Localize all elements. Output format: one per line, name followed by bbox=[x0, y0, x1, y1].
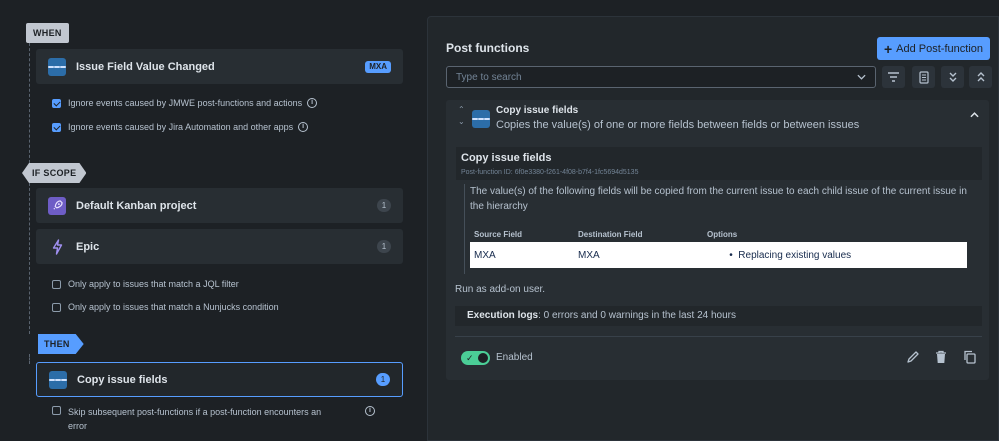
post-function-description: Copies the value(s) of one or more field… bbox=[496, 119, 860, 131]
plus-icon: + bbox=[883, 40, 893, 57]
post-function-name: Copy issue fields bbox=[496, 105, 579, 116]
ignore-jmwe-checkbox[interactable]: Ignore events caused by JMWE post-functi… bbox=[52, 98, 318, 108]
divider bbox=[455, 336, 982, 337]
reorder-handle[interactable]: ⌃ ⌄ bbox=[458, 104, 465, 128]
post-function-detail-header: Copy issue fields Post-function ID: 6f0e… bbox=[456, 147, 982, 180]
move-down-icon[interactable]: ⌄ bbox=[458, 116, 465, 128]
post-function-id: Post-function ID: 6f0e3380-f261-4f08-b7f… bbox=[461, 169, 639, 176]
scope-project-card[interactable]: Default Kanban project 1 bbox=[36, 188, 403, 223]
trigger-title: Issue Field Value Changed bbox=[76, 60, 215, 73]
lines-icon bbox=[49, 370, 67, 389]
cell-source: MXA bbox=[474, 249, 496, 261]
expand-all-icon bbox=[977, 72, 984, 82]
info-icon[interactable]: i bbox=[365, 406, 375, 416]
lines-icon bbox=[472, 110, 490, 128]
enabled-label: Enabled bbox=[496, 352, 533, 363]
chevron-down-icon[interactable] bbox=[857, 74, 866, 80]
check-icon: ✓ bbox=[466, 353, 474, 363]
collapse-all-icon bbox=[949, 72, 956, 82]
checkbox-unchecked[interactable] bbox=[52, 280, 61, 289]
action-title: Copy issue fields bbox=[77, 373, 168, 386]
panel-title: Post functions bbox=[446, 41, 530, 55]
table-row: MXA MXA • Replacing existing values bbox=[470, 242, 967, 268]
skip-subsequent-label: Skip subsequent post-functions if a post… bbox=[68, 407, 322, 431]
chevron-up-icon[interactable] bbox=[970, 112, 979, 118]
workflow-editor-panel: WHEN Issue Field Value Changed MXA Ignor… bbox=[0, 0, 418, 441]
checkbox-checked[interactable] bbox=[52, 123, 61, 132]
info-icon[interactable]: i bbox=[298, 122, 309, 132]
lines-icon bbox=[48, 57, 66, 76]
jql-filter-label: Only apply to issues that match a JQL fi… bbox=[68, 279, 239, 289]
execution-logs-text: : 0 errors and 0 warnings in the last 24… bbox=[538, 310, 737, 321]
info-icon[interactable]: i bbox=[307, 98, 318, 108]
execution-logs[interactable]: Execution logs: 0 errors and 0 warnings … bbox=[455, 306, 982, 326]
copy-icon[interactable] bbox=[963, 350, 977, 364]
checkbox-unchecked[interactable] bbox=[52, 303, 61, 312]
execution-logs-label[interactable]: Execution logs bbox=[467, 310, 538, 321]
when-tag: WHEN bbox=[26, 23, 69, 43]
trigger-card[interactable]: Issue Field Value Changed MXA bbox=[36, 49, 403, 84]
scope-project-count: 1 bbox=[377, 199, 391, 212]
rocket-icon bbox=[48, 196, 66, 215]
search-input[interactable]: Type to search bbox=[446, 66, 876, 88]
if-scope-tag: IF SCOPE bbox=[22, 163, 86, 183]
nunjucks-condition-checkbox[interactable]: Only apply to issues that match a Nunjuc… bbox=[52, 302, 279, 312]
expand-all-button[interactable] bbox=[969, 66, 992, 88]
edit-icon[interactable] bbox=[906, 350, 920, 364]
then-tag: THEN bbox=[38, 334, 84, 354]
post-function-summary: The value(s) of the following fields wil… bbox=[464, 184, 982, 274]
post-function-card: ⌃ ⌄ Copy issue fields Copies the value(s… bbox=[446, 100, 989, 380]
checkbox-unchecked[interactable] bbox=[52, 406, 61, 415]
post-function-header[interactable]: ⌃ ⌄ Copy issue fields Copies the value(s… bbox=[446, 100, 989, 142]
cell-destination: MXA bbox=[578, 249, 600, 261]
scope-issuetype-title: Epic bbox=[76, 240, 100, 253]
filter-icon bbox=[888, 72, 899, 82]
scope-project-title: Default Kanban project bbox=[76, 199, 197, 212]
move-up-icon[interactable]: ⌃ bbox=[458, 104, 465, 116]
enabled-toggle[interactable]: ✓ bbox=[461, 351, 490, 365]
jql-filter-checkbox[interactable]: Only apply to issues that match a JQL fi… bbox=[52, 279, 239, 289]
document-icon bbox=[918, 70, 929, 84]
table-header: Source Field Destination Field Options bbox=[470, 230, 967, 242]
fields-table: Source Field Destination Field Options M… bbox=[470, 230, 967, 268]
scope-issuetype-card[interactable]: Epic 1 bbox=[36, 229, 403, 264]
trigger-badge: MXA bbox=[365, 60, 391, 73]
header-destination: Destination Field bbox=[578, 230, 643, 239]
run-as-text: Run as add-on user. bbox=[455, 284, 546, 295]
action-card[interactable]: Copy issue fields 1 bbox=[36, 362, 403, 397]
nunjucks-condition-label: Only apply to issues that match a Nunjuc… bbox=[68, 302, 279, 312]
flow-connector bbox=[29, 183, 30, 334]
add-post-function-button[interactable]: + Add Post-function bbox=[877, 37, 990, 60]
ignore-automation-checkbox[interactable]: Ignore events caused by Jira Automation … bbox=[52, 122, 309, 132]
flow-connector bbox=[29, 354, 30, 364]
post-functions-panel: Post functions + Add Post-function Type … bbox=[427, 16, 999, 441]
search-placeholder: Type to search bbox=[456, 71, 522, 83]
collapse-all-button[interactable] bbox=[941, 66, 964, 88]
filter-button[interactable] bbox=[882, 66, 905, 88]
flow-connector bbox=[29, 43, 30, 163]
ignore-jmwe-label: Ignore events caused by JMWE post-functi… bbox=[68, 98, 303, 108]
cell-option: • Replacing existing values bbox=[707, 249, 852, 261]
trash-icon[interactable] bbox=[934, 350, 948, 364]
action-count: 1 bbox=[376, 373, 390, 386]
summary-text: The value(s) of the following fields wil… bbox=[470, 186, 967, 212]
detail-title: Copy issue fields bbox=[461, 152, 552, 164]
scope-issuetype-count: 1 bbox=[377, 240, 391, 253]
header-source: Source Field bbox=[474, 230, 523, 239]
add-post-function-label: Add Post-function bbox=[896, 42, 984, 55]
checkbox-checked[interactable] bbox=[52, 99, 61, 108]
header-options: Options bbox=[707, 230, 738, 239]
ignore-automation-label: Ignore events caused by Jira Automation … bbox=[68, 122, 294, 132]
document-button[interactable] bbox=[912, 66, 935, 88]
lightning-icon bbox=[48, 238, 66, 256]
skip-subsequent-checkbox[interactable]: Skip subsequent post-functions if a post… bbox=[52, 405, 382, 433]
